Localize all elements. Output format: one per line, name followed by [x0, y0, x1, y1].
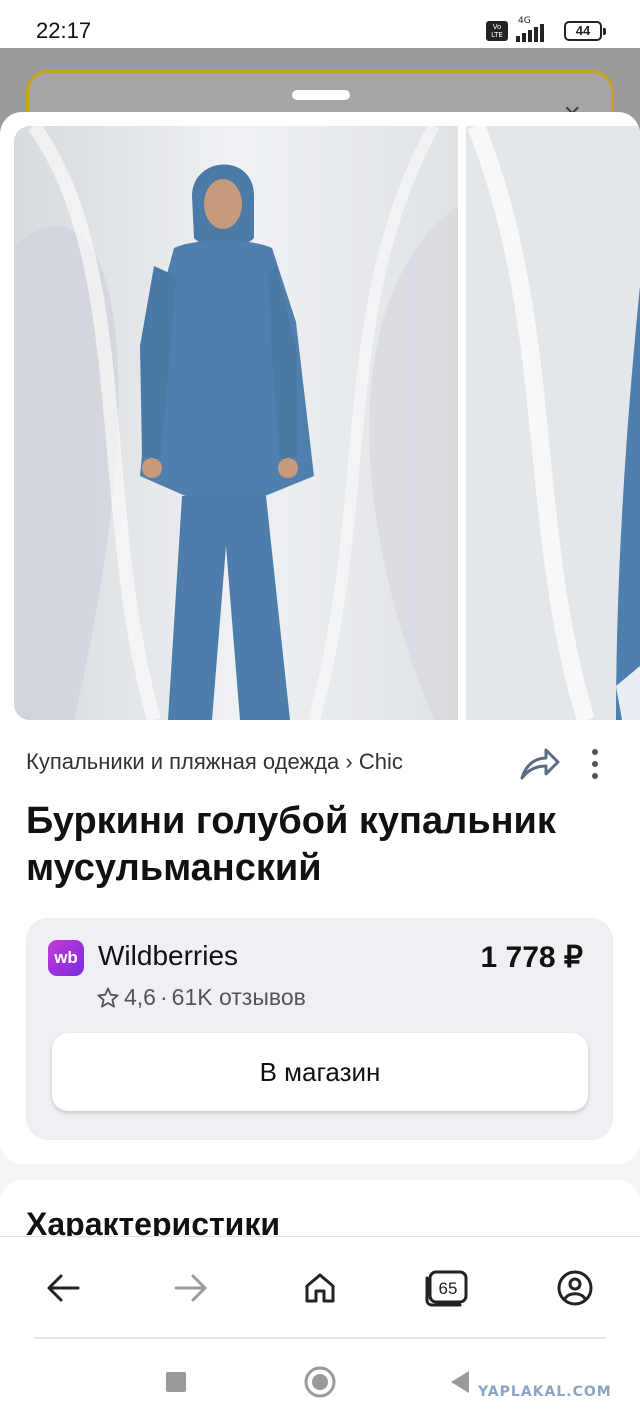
go-to-store-button[interactable]: В магазин: [52, 1033, 588, 1111]
back-button[interactable]: [38, 1263, 88, 1313]
tabs-button[interactable]: 65: [422, 1263, 472, 1313]
back-triangle-icon: [451, 1371, 469, 1393]
product-photo-next[interactable]: [466, 126, 640, 720]
tabs-count: 65: [439, 1279, 458, 1298]
recents-square-icon: [166, 1372, 186, 1392]
product-photo[interactable]: [14, 126, 458, 720]
volte-icon: Vo LTE: [486, 21, 508, 41]
status-time: 22:17: [36, 18, 92, 43]
home-icon: [305, 1273, 335, 1303]
shop-logo-icon: wb: [48, 940, 84, 976]
rating-value: 4,6: [124, 984, 156, 1010]
offer-card: wb Wildberries 1 778 ₽ 4,6 · 61K отзывов…: [26, 918, 613, 1140]
browser-toolbar: 65: [0, 1236, 640, 1340]
forward-arrow-icon: [174, 1274, 207, 1302]
star-icon: [97, 987, 119, 1007]
forward-button[interactable]: [166, 1263, 216, 1313]
status-indicators: Vo LTE 4G 44: [486, 16, 606, 44]
home-circle-icon: [304, 1366, 336, 1398]
product-title: Буркини голубой купальник мусульманский: [26, 800, 556, 889]
signal-icon: 4G: [514, 16, 558, 42]
recents-button[interactable]: [156, 1362, 196, 1402]
system-back-button[interactable]: [440, 1362, 480, 1402]
breadcrumb[interactable]: Купальники и пляжная одежда › Chic: [26, 749, 403, 775]
profile-button[interactable]: [550, 1263, 600, 1313]
rating-separator: ·: [159, 984, 168, 1010]
product-sheet: Купальники и пляжная одежда › Chic Бурки…: [0, 112, 640, 1164]
home-button[interactable]: [295, 1263, 345, 1313]
watermark: YAPLAKAL.COM: [478, 1384, 612, 1400]
rating-row[interactable]: 4,6 · 61K отзывов: [96, 984, 306, 1011]
image-gallery[interactable]: [14, 126, 640, 720]
share-button[interactable]: [518, 744, 562, 784]
review-count: 61K отзывов: [171, 984, 306, 1010]
more-options-button[interactable]: [580, 744, 610, 784]
shop-name[interactable]: Wildberries: [98, 940, 238, 972]
tabs-icon: 65: [425, 1270, 468, 1307]
sheet-drag-handle[interactable]: [292, 90, 350, 100]
system-home-button[interactable]: [300, 1362, 340, 1402]
battery-icon: 44: [564, 21, 606, 41]
back-arrow-icon: [47, 1274, 80, 1302]
share-arrow-icon: [520, 748, 560, 780]
more-vertical-icon: [592, 749, 598, 779]
profile-icon: [557, 1270, 593, 1306]
system-navigation: [0, 1340, 640, 1423]
toolbar-divider: [34, 1337, 606, 1339]
price: 1 778 ₽: [480, 941, 584, 974]
